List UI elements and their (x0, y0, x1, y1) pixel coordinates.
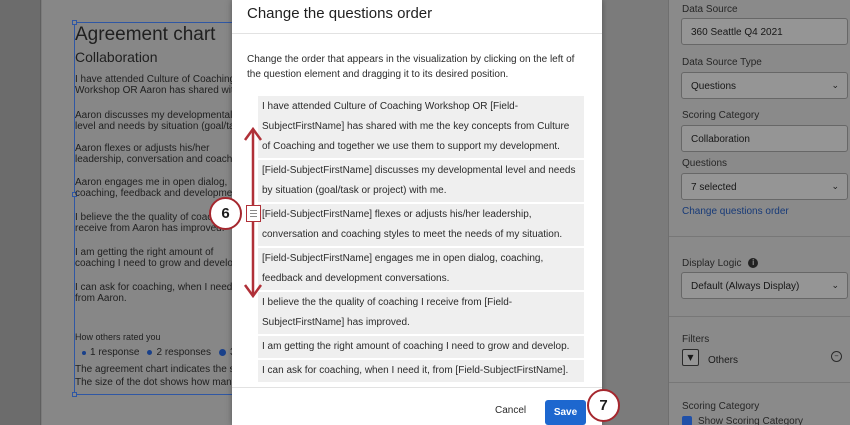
chart-footnote: The agreement chart indicates the sir (75, 364, 232, 375)
show-scoring-category-checkbox[interactable] (682, 416, 692, 425)
chart-question-label: I am getting the right amount of coachin… (75, 247, 232, 269)
chart-question-label: I believe the the quality of coachi rece… (75, 212, 225, 234)
show-scoring-category-label: Show Scoring Category (698, 416, 804, 425)
question-order-list: I have attended Culture of Coaching Work… (258, 96, 584, 384)
chart-legend: 1 response 2 responses 3 r (82, 347, 232, 358)
chart-question-label: I have attended Culture of Coaching Work… (75, 74, 232, 96)
data-source-type-value: Questions (691, 81, 737, 92)
editor-strip-divider (40, 0, 41, 425)
editor-canvas-right (602, 0, 668, 425)
display-logic-label-row: Display Logic i (682, 258, 759, 269)
section-divider (669, 382, 850, 383)
dialog-instructions: Change the order that appears in the vis… (247, 54, 575, 80)
dialog-footer: Cancel Save (232, 387, 602, 425)
chevron-down-icon: ⌄ (831, 80, 839, 90)
change-questions-order-dialog: Change the questions order Change the or… (232, 0, 602, 425)
rated-label: How others rated you (75, 332, 161, 342)
display-logic-value: Default (Always Display) (691, 281, 800, 292)
display-logic-select[interactable]: Default (Always Display) ⌄ (681, 272, 848, 299)
question-order-item[interactable]: I believe the the quality of coaching I … (258, 292, 584, 334)
legend-label: 1 response (90, 347, 140, 358)
section-divider (669, 236, 850, 237)
chart-question-label: Aaron flexes or adjusts his/her leadersh… (75, 143, 232, 165)
info-icon[interactable]: i (748, 258, 759, 269)
chevron-down-icon: ⌄ (831, 280, 839, 290)
question-order-item[interactable]: I am getting the right amount of coachin… (258, 336, 584, 358)
questions-label: Questions (682, 158, 728, 169)
questions-select[interactable]: 7 selected ⌄ (681, 173, 848, 200)
dialog-header: Change the questions order (232, 0, 602, 34)
data-source-label: Data Source (682, 4, 738, 15)
legend-dot-large-icon (218, 349, 226, 356)
display-logic-label: Display Logic (682, 258, 742, 269)
step-callout-7: 7 (587, 389, 620, 422)
resize-handle[interactable] (72, 392, 77, 397)
question-order-item[interactable]: I have attended Culture of Coaching Work… (258, 96, 584, 158)
chart-question-label: I can ask for coaching, when I need it, … (75, 282, 232, 304)
question-order-item[interactable]: [Field-SubjectFirstName] engages me in o… (258, 248, 584, 290)
data-source-value: 360 Seattle Q4 2021 (691, 27, 783, 38)
question-order-item[interactable]: [Field-SubjectFirstName] flexes or adjus… (258, 204, 584, 246)
scoring-category-field[interactable]: Collaboration (681, 125, 848, 152)
scoring-category-value: Collaboration (691, 134, 750, 145)
selection-outline-top (74, 22, 232, 23)
chart-question-label: Aaron engages me in open dialog, coachin… (75, 177, 232, 199)
drag-handle-icon[interactable] (246, 205, 261, 222)
scoring-category-section-label: Scoring Category (682, 401, 760, 412)
selection-outline-bottom (74, 394, 232, 395)
dialog-title: Change the questions order (247, 5, 433, 22)
cancel-button[interactable]: Cancel (495, 405, 526, 416)
data-source-type-label: Data Source Type (682, 57, 762, 68)
filters-label: Filters (682, 334, 710, 345)
change-questions-order-link[interactable]: Change questions order (682, 206, 789, 217)
chart-footnote: The size of the dot shows how many (75, 377, 232, 388)
chevron-down-icon: ⌄ (831, 181, 839, 191)
filter-name: Others (708, 355, 739, 366)
legend-dot-small-icon (82, 350, 86, 355)
chart-question-label: Aaron discusses my developmental level a… (75, 110, 232, 132)
legend-label: 2 responses (156, 347, 211, 358)
save-button[interactable]: Save (545, 400, 586, 425)
question-order-item[interactable]: [Field-SubjectFirstName] discusses my de… (258, 160, 584, 202)
agreement-chart-widget[interactable]: Agreement chart Collaboration I have att… (42, 0, 232, 425)
filter-dropdown-button[interactable]: ▼ (682, 349, 699, 366)
data-source-field[interactable]: 360 Seattle Q4 2021 (681, 18, 848, 45)
settings-sidebar: Data Source 360 Seattle Q4 2021 Data Sou… (668, 0, 850, 425)
chart-subtitle: Collaboration (75, 49, 158, 65)
scoring-category-label: Scoring Category (682, 110, 760, 121)
section-divider (669, 316, 850, 317)
questions-value: 7 selected (691, 182, 737, 193)
chart-title: Agreement chart (75, 24, 216, 45)
editor-left-strip (0, 0, 40, 425)
data-source-type-select[interactable]: Questions ⌄ (681, 72, 848, 99)
question-order-item[interactable]: I can ask for coaching, when I need it, … (258, 360, 584, 382)
legend-dot-medium-icon (147, 350, 153, 355)
step-callout-6: 6 (209, 197, 242, 230)
remove-filter-icon[interactable]: – (831, 351, 842, 362)
